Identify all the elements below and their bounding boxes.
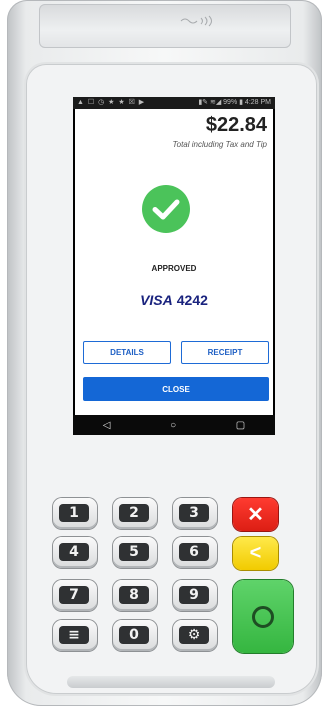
status-icons-left: ▲ ☐ ◷ ★ ★ ☒ ▶ <box>77 99 146 106</box>
key-5-label: 5 <box>119 543 149 561</box>
key-0-label: 0 <box>119 626 149 644</box>
card-info: VISA 4242 <box>75 292 273 308</box>
touch-screen: ▲ ☐ ◷ ★ ★ ☒ ▶ ▮✎ ≋◢ 99% ▮ 4:28 PM $22.84… <box>73 97 275 435</box>
key-4-label: 4 <box>59 543 89 561</box>
key-9-label: 9 <box>179 586 209 604</box>
key-1-label: 1 <box>59 504 89 522</box>
key-8[interactable]: 8 <box>113 580 157 611</box>
recents-icon[interactable]: ▢ <box>236 420 245 431</box>
key-4[interactable]: 4 <box>53 537 97 568</box>
home-icon[interactable]: ○ <box>170 420 176 431</box>
details-button[interactable]: DETAILS <box>83 341 171 364</box>
enter-key[interactable] <box>233 580 293 653</box>
key-8-label: 8 <box>119 586 149 604</box>
clear-key[interactable]: < <box>233 537 278 570</box>
close-icon: ✕ <box>247 504 264 526</box>
key-2[interactable]: 2 <box>113 498 157 529</box>
key-1[interactable]: 1 <box>53 498 97 529</box>
key-3-label: 3 <box>179 504 209 522</box>
key-5[interactable]: 5 <box>113 537 157 568</box>
card-reader-slot <box>39 4 291 48</box>
payment-result-view: $22.84 Total including Tax and Tip APPRO… <box>75 109 273 415</box>
total-subtitle: Total including Tax and Tip <box>172 140 267 149</box>
key-6[interactable]: 6 <box>173 537 217 568</box>
key-0[interactable]: 0 <box>113 620 157 651</box>
total-amount: $22.84 <box>205 114 267 136</box>
cancel-key[interactable]: ✕ <box>233 498 278 531</box>
check-circle-icon <box>142 185 190 233</box>
settings-key[interactable]: ⚙ <box>173 620 217 651</box>
key-6-label: 6 <box>179 543 209 561</box>
bottom-lip <box>67 676 275 688</box>
android-nav-bar: ◁ ○ ▢ <box>73 415 275 435</box>
status-bar: ▲ ☐ ◷ ★ ★ ☒ ▶ ▮✎ ≋◢ 99% ▮ 4:28 PM <box>73 97 275 109</box>
receipt-button[interactable]: RECEIPT <box>181 341 269 364</box>
key-2-label: 2 <box>119 504 149 522</box>
status-icons-right: ▮✎ ≋◢ 99% ▮ 4:28 PM <box>198 99 271 106</box>
key-3[interactable]: 3 <box>173 498 217 529</box>
contactless-icon <box>180 15 212 27</box>
key-7[interactable]: 7 <box>53 580 97 611</box>
card-last4: 4242 <box>176 292 208 308</box>
menu-key[interactable]: ≡ <box>53 620 97 651</box>
menu-icon: ≡ <box>59 626 89 644</box>
approval-status: APPROVED <box>151 264 197 273</box>
gear-icon: ⚙ <box>179 626 209 644</box>
backspace-icon: < <box>249 542 262 564</box>
key-9[interactable]: 9 <box>173 580 217 611</box>
back-icon[interactable]: ◁ <box>103 420 111 431</box>
key-7-label: 7 <box>59 586 89 604</box>
enter-icon <box>252 605 274 628</box>
card-brand: VISA <box>140 292 173 308</box>
close-button[interactable]: CLOSE <box>83 377 269 401</box>
